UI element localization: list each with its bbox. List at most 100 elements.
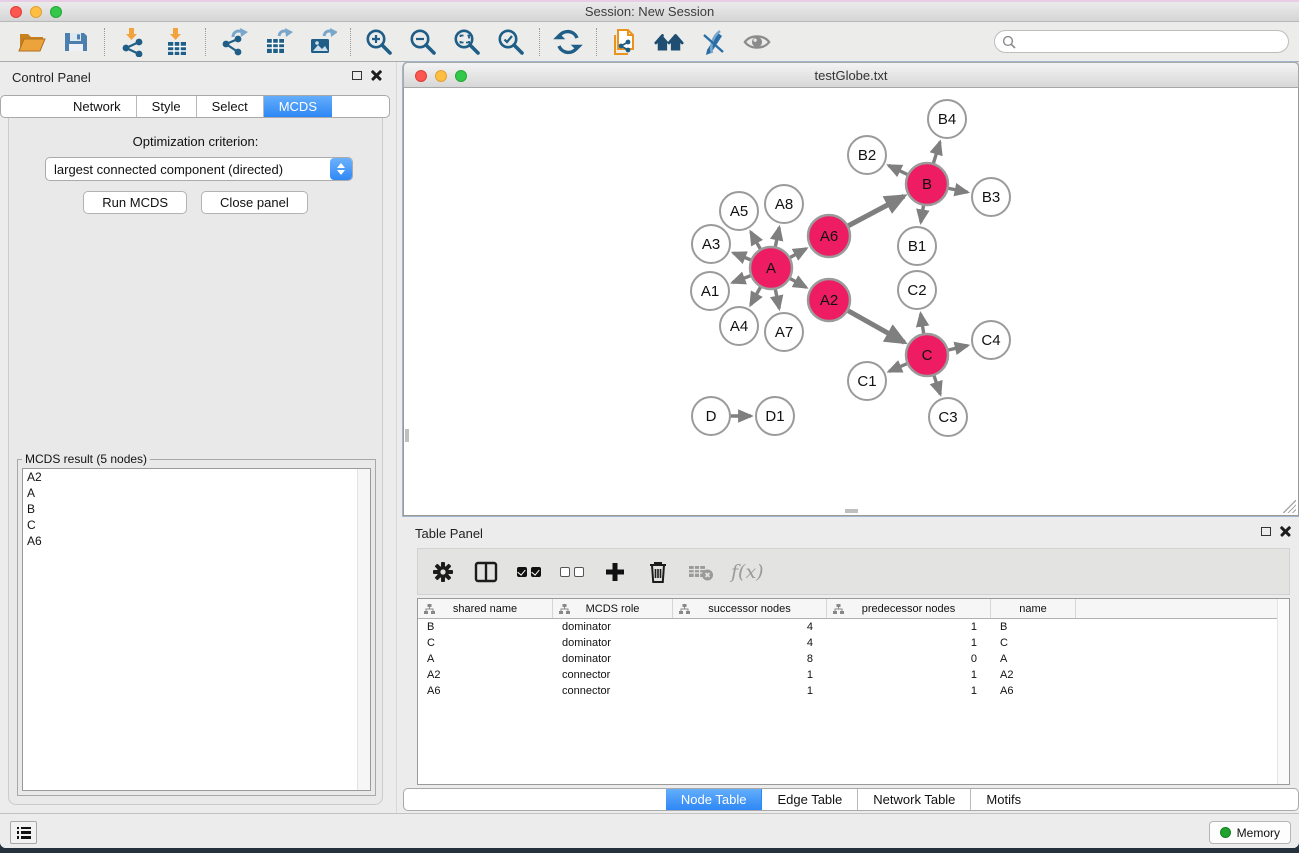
float-table-panel-icon[interactable] <box>1261 527 1271 536</box>
table-row[interactable]: A6connector11A6 <box>418 683 1289 699</box>
zoom-out-icon[interactable] <box>408 27 438 57</box>
graph-node-B2[interactable]: B2 <box>848 136 886 174</box>
import-network-icon[interactable] <box>118 27 148 57</box>
mcds-result-list[interactable]: A2ABCA6 <box>22 468 371 791</box>
task-history-button[interactable] <box>10 821 37 844</box>
column-header-successor-nodes[interactable]: successor nodes <box>673 599 827 618</box>
graph-node-A2[interactable]: A2 <box>808 279 850 321</box>
import-table-icon[interactable] <box>162 27 192 57</box>
zoom-fit-icon[interactable] <box>452 27 482 57</box>
graph-node-A5[interactable]: A5 <box>720 192 758 230</box>
apply-layout-icon[interactable] <box>553 27 583 57</box>
deselect-all-checkboxes-icon[interactable] <box>555 557 589 587</box>
export-table-icon[interactable] <box>263 27 293 57</box>
mcds-result-item[interactable]: A2 <box>23 469 370 485</box>
select-all-checkboxes-icon[interactable] <box>512 557 546 587</box>
tab-node-table[interactable]: Node Table <box>666 789 763 810</box>
graph-node-C[interactable]: C <box>906 334 948 376</box>
close-panel-icon[interactable] <box>371 70 382 81</box>
graph-node-A[interactable]: A <box>750 247 792 289</box>
control-panel-title: Control Panel <box>12 70 91 85</box>
network-graph[interactable]: A A1 A2 A3 A4 A5 A6 A7 A8 B B1 B2 B3 B4 C C1 C2 C3 C4 D D1 <box>404 88 1298 514</box>
tab-network-table[interactable]: Network Table <box>858 789 971 810</box>
panel-splitter[interactable] <box>396 62 397 813</box>
table-row[interactable]: Adominator80A <box>418 651 1289 667</box>
table-settings-gear-icon[interactable] <box>426 557 460 587</box>
tab-style[interactable]: Style <box>137 96 197 117</box>
graph-node-A7[interactable]: A7 <box>765 313 803 351</box>
criterion-dropdown[interactable]: largest connected component (directed) <box>45 157 353 181</box>
column-header-shared-name[interactable]: shared name <box>418 599 553 618</box>
window-title: Session: New Session <box>0 4 1299 19</box>
table-header-row: shared nameMCDS rolesuccessor nodesprede… <box>418 599 1289 619</box>
toolbar-separator <box>539 28 540 56</box>
network-view-window: testGlobe.txt A A1 A2 A3 A4 A5 A6 A7 A8 B B1 B2 B3 B4… <box>403 62 1299 516</box>
resize-grip[interactable] <box>1283 500 1296 513</box>
search-field[interactable] <box>994 30 1289 53</box>
graph-node-B4[interactable]: B4 <box>928 100 966 138</box>
graph-node-D1[interactable]: D1 <box>756 397 794 435</box>
export-network-icon[interactable] <box>219 27 249 57</box>
table-row[interactable]: A2connector11A2 <box>418 667 1289 683</box>
table-cell: connector <box>553 685 673 697</box>
network-canvas[interactable]: A A1 A2 A3 A4 A5 A6 A7 A8 B B1 B2 B3 B4 C C1 C2 C3 C4 D D1 <box>403 88 1299 516</box>
table-panel-tabs: Node TableEdge TableNetwork TableMotifs <box>403 788 1299 811</box>
delete-column-icon[interactable] <box>641 557 675 587</box>
table-row[interactable]: Cdominator41C <box>418 635 1289 651</box>
mcds-result-item[interactable]: A6 <box>23 533 370 549</box>
network-window-titlebar[interactable]: testGlobe.txt <box>403 62 1299 88</box>
node-table[interactable]: shared nameMCDS rolesuccessor nodesprede… <box>417 598 1290 785</box>
save-session-icon[interactable] <box>61 27 91 57</box>
mcds-result-item[interactable]: C <box>23 517 370 533</box>
export-image-icon[interactable] <box>307 27 337 57</box>
zoom-in-icon[interactable] <box>364 27 394 57</box>
mcds-result-item[interactable]: A <box>23 485 370 501</box>
graph-node-C1[interactable]: C1 <box>848 362 886 400</box>
graph-node-A4[interactable]: A4 <box>720 307 758 345</box>
result-scrollbar[interactable] <box>357 469 370 790</box>
tab-select[interactable]: Select <box>197 96 264 117</box>
add-column-icon[interactable] <box>598 557 632 587</box>
graph-node-A1[interactable]: A1 <box>691 272 729 310</box>
graph-node-C2[interactable]: C2 <box>898 271 936 309</box>
table-row[interactable]: Bdominator41B <box>418 619 1289 635</box>
delete-table-icon[interactable] <box>684 557 718 587</box>
search-input[interactable] <box>1020 33 1288 51</box>
graph-node-C3[interactable]: C3 <box>929 398 967 436</box>
float-panel-icon[interactable] <box>352 71 362 80</box>
graph-node-A6[interactable]: A6 <box>808 215 850 257</box>
eye-icon[interactable] <box>742 27 772 57</box>
graph-node-A3[interactable]: A3 <box>692 225 730 263</box>
mcds-result-item[interactable]: B <box>23 501 370 517</box>
vertical-scroll-nub[interactable] <box>405 429 409 442</box>
close-table-panel-icon[interactable] <box>1280 526 1291 537</box>
column-header-MCDS-role[interactable]: MCDS role <box>553 599 673 618</box>
graph-node-D[interactable]: D <box>692 397 730 435</box>
table-cell: connector <box>553 669 673 681</box>
tab-network[interactable]: Network <box>58 96 137 117</box>
graph-node-B[interactable]: B <box>906 163 948 205</box>
duplicate-network-icon[interactable] <box>610 27 640 57</box>
graph-node-B3[interactable]: B3 <box>972 178 1010 216</box>
column-header-predecessor-nodes[interactable]: predecessor nodes <box>827 599 991 618</box>
memory-button[interactable]: Memory <box>1209 821 1291 844</box>
column-header-name[interactable]: name <box>991 599 1076 618</box>
run-mcds-button[interactable]: Run MCDS <box>83 191 187 214</box>
column-view-icon[interactable] <box>469 557 503 587</box>
horizontal-scroll-nub[interactable] <box>845 509 858 513</box>
hide-annotations-icon[interactable] <box>698 27 728 57</box>
svg-text:C: C <box>922 347 933 364</box>
svg-text:A: A <box>766 260 776 277</box>
tab-mcds[interactable]: MCDS <box>264 96 332 117</box>
table-scrollbar[interactable] <box>1277 599 1289 784</box>
function-builder-icon[interactable]: f(x) <box>731 561 764 583</box>
tab-motifs[interactable]: Motifs <box>971 789 1036 810</box>
open-session-icon[interactable] <box>17 27 47 57</box>
zoom-selected-icon[interactable] <box>496 27 526 57</box>
graph-node-C4[interactable]: C4 <box>972 321 1010 359</box>
tab-edge-table[interactable]: Edge Table <box>762 789 858 810</box>
close-panel-button[interactable]: Close panel <box>201 191 308 214</box>
graph-node-A8[interactable]: A8 <box>765 185 803 223</box>
home-icon[interactable] <box>654 27 684 57</box>
graph-node-B1[interactable]: B1 <box>898 227 936 265</box>
